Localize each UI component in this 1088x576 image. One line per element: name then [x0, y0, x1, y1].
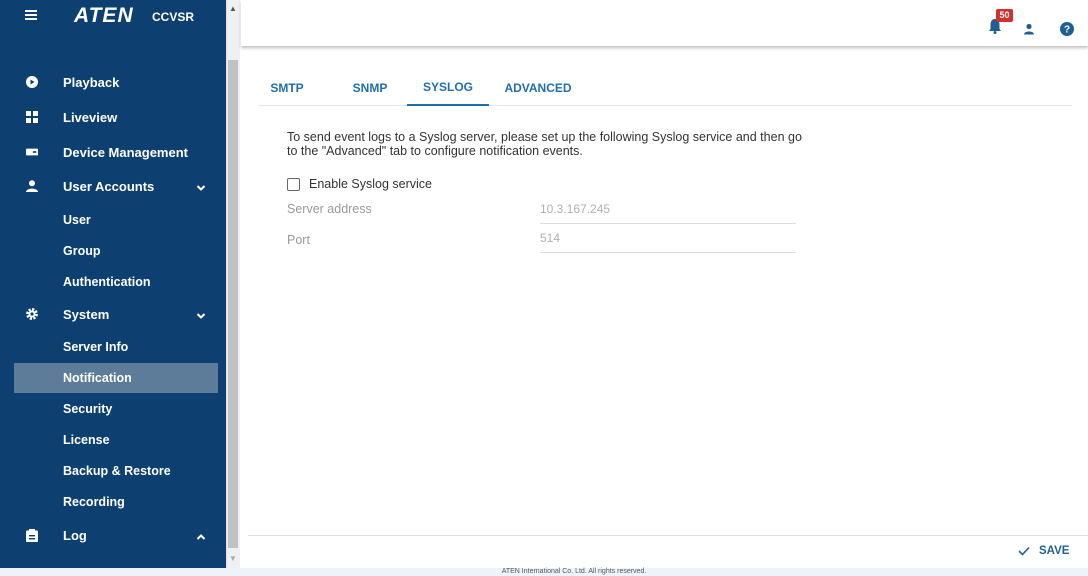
sidebar-subitem-user[interactable]: User — [14, 205, 218, 235]
tab-label: SNMP — [352, 81, 388, 95]
chevron-up-icon[interactable] — [196, 530, 206, 540]
port-label: Port — [287, 233, 310, 247]
sidebar: ATEN CCVSR Playback Liveview Device Mana… — [0, 0, 226, 568]
sidebar-item-log[interactable]: Log — [14, 520, 218, 550]
save-divider — [248, 535, 1088, 536]
gear-icon — [26, 308, 38, 320]
scroll-up-arrow-icon[interactable]: ▲ — [228, 4, 238, 14]
aten-logo: ATEN — [74, 4, 134, 27]
copyright-footer: ATEN International Co. Ltd. All rights r… — [0, 568, 1088, 576]
sidebar-subitem-label: Authentication — [63, 275, 151, 289]
sidebar-subitem-authentication[interactable]: Authentication — [14, 267, 218, 297]
sidebar-subitem-label: Notification — [63, 371, 132, 385]
device-icon — [26, 146, 38, 158]
sidebar-item-liveview[interactable]: Liveview — [14, 102, 218, 132]
sidebar-subitem-label: Group — [63, 244, 101, 258]
sidebar-item-label: System — [63, 306, 110, 322]
sidebar-subitem-license[interactable]: License — [14, 425, 218, 455]
save-button[interactable]: SAVE — [1018, 542, 1069, 560]
sidebar-subitem-backup-restore[interactable]: Backup & Restore — [14, 456, 218, 486]
syslog-description: To send event logs to a Syslog server, p… — [287, 130, 802, 158]
sidebar-subitem-label: Recording — [63, 495, 125, 509]
server-address-input[interactable] — [540, 198, 796, 224]
tab-label: SMTP — [270, 81, 304, 95]
sidebar-subitem-label: Server Info — [63, 340, 129, 354]
sidebar-subitem-label: Backup & Restore — [63, 464, 171, 478]
chevron-down-icon[interactable] — [196, 309, 206, 319]
server-address-label: Server address — [287, 202, 372, 216]
play-icon — [26, 76, 38, 88]
app-window: ATEN CCVSR Playback Liveview Device Mana… — [0, 0, 1088, 576]
svg-text:?: ? — [1064, 25, 1070, 36]
tab-label: ADVANCED — [504, 81, 572, 95]
clipboard-icon — [26, 528, 38, 542]
tab-snmp[interactable]: SNMP — [341, 70, 399, 106]
scroll-down-arrow-icon[interactable]: ▼ — [228, 554, 238, 564]
chevron-down-icon[interactable] — [196, 181, 206, 191]
port-input[interactable] — [540, 227, 796, 253]
user-icon — [26, 180, 38, 192]
sidebar-item-label: User Accounts — [63, 178, 155, 194]
sidebar-item-device-management[interactable]: Device Management — [14, 137, 218, 167]
scrollbar-thumb[interactable] — [228, 60, 238, 548]
tab-label: SYSLOG — [422, 80, 473, 94]
enable-syslog-row[interactable]: Enable Syslog service — [287, 176, 432, 192]
tab-advanced[interactable]: ADVANCED — [498, 70, 578, 106]
sidebar-subitem-group[interactable]: Group — [14, 236, 218, 266]
sidebar-item-label: Playback — [63, 74, 120, 90]
hamburger-menu-icon[interactable] — [24, 8, 40, 24]
sidebar-subitem-server-info[interactable]: Server Info — [14, 332, 218, 362]
notification-count-badge: 50 — [996, 9, 1013, 22]
brand-header: ATEN CCVSR — [0, 0, 226, 40]
sidebar-item-user-accounts[interactable]: User Accounts — [14, 171, 218, 201]
grid-icon — [26, 111, 38, 123]
tab-smtp[interactable]: SMTP — [258, 70, 316, 106]
checkmark-icon — [1018, 546, 1030, 556]
sidebar-subitem-label: Security — [63, 402, 113, 416]
sidebar-item-label: Device Management — [63, 144, 188, 160]
user-account-icon[interactable] — [1022, 22, 1036, 36]
top-bar — [241, 0, 1088, 46]
sidebar-item-label: Log — [63, 527, 87, 543]
sidebar-subitem-notification[interactable]: Notification — [14, 363, 218, 393]
enable-syslog-checkbox[interactable] — [287, 177, 300, 191]
enable-syslog-label: Enable Syslog service — [309, 177, 432, 191]
sidebar-subitem-label: User — [63, 213, 91, 227]
sidebar-subitem-security[interactable]: Security — [14, 394, 218, 424]
sidebar-item-label: Liveview — [63, 109, 118, 125]
help-icon[interactable]: ? — [1060, 22, 1074, 36]
tab-syslog[interactable]: SYSLOG — [407, 70, 489, 106]
notification-tabs: SMTP SNMP SYSLOG ADVANCED — [258, 70, 1072, 106]
sidebar-subitem-recording[interactable]: Recording — [14, 487, 218, 517]
sidebar-subitem-label: License — [63, 433, 110, 447]
sidebar-item-system[interactable]: System — [14, 299, 218, 329]
product-name: CCVSR — [152, 10, 195, 24]
sidebar-item-playback[interactable]: Playback — [14, 67, 218, 97]
save-label: SAVE — [1039, 545, 1070, 557]
